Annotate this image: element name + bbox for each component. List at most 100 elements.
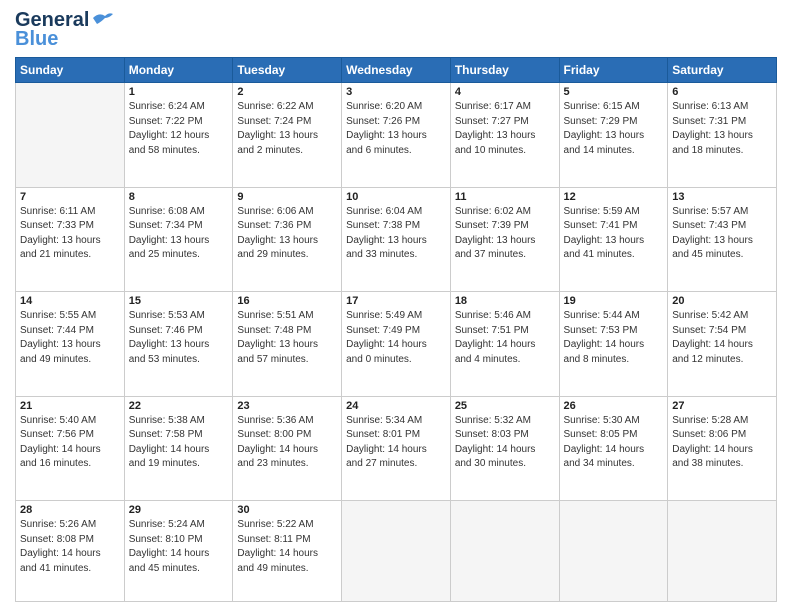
day-info: Sunrise: 5:51 AM Sunset: 7:48 PM Dayligh… [237, 309, 337, 367]
calendar-cell: 19 Sunrise: 5:44 AM Sunset: 7:53 PM Dayli… [559, 292, 668, 397]
day-info: Sunrise: 6:22 AM Sunset: 7:24 PM Dayligh… [237, 100, 337, 158]
calendar-week-5: 28Sunrise: 5:26 AM Sunset: 8:08 PM Dayli… [16, 501, 777, 602]
day-info: Sunrise: 5:42 AM Sunset: 7:54 PM Dayligh… [672, 309, 772, 367]
day-number: 1 [129, 86, 229, 98]
calendar-cell: 30 Sunrise: 5:22 AM Sunset: 8:11 PM Dayli… [233, 501, 342, 602]
day-info: Sunrise: 5:30 AM Sunset: 8:05 PM Dayligh… [564, 414, 664, 472]
day-number: 21 [20, 400, 120, 412]
day-number: 30 [237, 504, 337, 516]
day-number: 9 [237, 191, 337, 203]
header: General Blue [15, 10, 777, 51]
day-info: Sunrise: 5:59 AM Sunset: 7:41 PM Dayligh… [564, 205, 664, 263]
weekday-header-sunday: Sunday [16, 58, 125, 83]
calendar-cell: 28Sunrise: 5:26 AM Sunset: 8:08 PM Dayli… [16, 501, 125, 602]
day-number: 26 [564, 400, 664, 412]
calendar-cell: 6 Sunrise: 6:13 AM Sunset: 7:31 PM Daylig… [668, 83, 777, 188]
calendar-cell: 21 Sunrise: 5:40 AM Sunset: 7:56 PM Dayli… [16, 396, 125, 501]
weekday-header-friday: Friday [559, 58, 668, 83]
day-info: Sunrise: 5:38 AM Sunset: 7:58 PM Dayligh… [129, 414, 229, 472]
day-number: 27 [672, 400, 772, 412]
day-number: 17 [346, 295, 446, 307]
calendar-cell: 9Sunrise: 6:06 AM Sunset: 7:36 PM Daylig… [233, 187, 342, 292]
calendar-cell: 4Sunrise: 6:17 AM Sunset: 7:27 PM Daylig… [450, 83, 559, 188]
day-info: Sunrise: 5:36 AM Sunset: 8:00 PM Dayligh… [237, 414, 337, 472]
day-number: 20 [672, 295, 772, 307]
logo: General Blue [15, 10, 113, 51]
day-number: 25 [455, 400, 555, 412]
day-info: Sunrise: 6:11 AM Sunset: 7:33 PM Dayligh… [20, 205, 120, 263]
weekday-header-monday: Monday [124, 58, 233, 83]
calendar-cell: 7 Sunrise: 6:11 AM Sunset: 7:33 PM Daylig… [16, 187, 125, 292]
calendar-cell: 26 Sunrise: 5:30 AM Sunset: 8:05 PM Dayli… [559, 396, 668, 501]
calendar-week-3: 14Sunrise: 5:55 AM Sunset: 7:44 PM Dayli… [16, 292, 777, 397]
calendar-cell [16, 83, 125, 188]
calendar-cell: 13 Sunrise: 5:57 AM Sunset: 7:43 PM Dayli… [668, 187, 777, 292]
calendar-cell [342, 501, 451, 602]
calendar-cell: 10Sunrise: 6:04 AM Sunset: 7:38 PM Dayli… [342, 187, 451, 292]
calendar-cell: 16 Sunrise: 5:51 AM Sunset: 7:48 PM Dayli… [233, 292, 342, 397]
calendar-cell: 23Sunrise: 5:36 AM Sunset: 8:00 PM Dayli… [233, 396, 342, 501]
calendar-cell: 14Sunrise: 5:55 AM Sunset: 7:44 PM Dayli… [16, 292, 125, 397]
day-info: Sunrise: 5:32 AM Sunset: 8:03 PM Dayligh… [455, 414, 555, 472]
day-number: 16 [237, 295, 337, 307]
logo-bird-icon [91, 10, 113, 26]
day-number: 28 [20, 504, 120, 516]
day-info: Sunrise: 6:13 AM Sunset: 7:31 PM Dayligh… [672, 100, 772, 158]
calendar-cell [559, 501, 668, 602]
calendar-cell: 25 Sunrise: 5:32 AM Sunset: 8:03 PM Dayli… [450, 396, 559, 501]
calendar-cell: 8 Sunrise: 6:08 AM Sunset: 7:34 PM Daylig… [124, 187, 233, 292]
calendar-week-1: 1 Sunrise: 6:24 AM Sunset: 7:22 PM Daylig… [16, 83, 777, 188]
day-info: Sunrise: 5:57 AM Sunset: 7:43 PM Dayligh… [672, 205, 772, 263]
day-number: 11 [455, 191, 555, 203]
calendar-cell: 18Sunrise: 5:46 AM Sunset: 7:51 PM Dayli… [450, 292, 559, 397]
calendar-week-4: 21 Sunrise: 5:40 AM Sunset: 7:56 PM Dayli… [16, 396, 777, 501]
calendar-table: SundayMondayTuesdayWednesdayThursdayFrid… [15, 57, 777, 602]
page: General Blue SundayMondayTuesdayWednesda… [0, 0, 792, 612]
day-info: Sunrise: 5:46 AM Sunset: 7:51 PM Dayligh… [455, 309, 555, 367]
calendar-cell [668, 501, 777, 602]
day-number: 15 [129, 295, 229, 307]
calendar-cell: 24 Sunrise: 5:34 AM Sunset: 8:01 PM Dayli… [342, 396, 451, 501]
day-number: 12 [564, 191, 664, 203]
calendar-week-2: 7 Sunrise: 6:11 AM Sunset: 7:33 PM Daylig… [16, 187, 777, 292]
day-info: Sunrise: 6:17 AM Sunset: 7:27 PM Dayligh… [455, 100, 555, 158]
day-info: Sunrise: 5:28 AM Sunset: 8:06 PM Dayligh… [672, 414, 772, 472]
day-number: 5 [564, 86, 664, 98]
calendar-cell: 29Sunrise: 5:24 AM Sunset: 8:10 PM Dayli… [124, 501, 233, 602]
day-number: 22 [129, 400, 229, 412]
logo-blue: Blue [15, 28, 58, 51]
calendar-cell: 15Sunrise: 5:53 AM Sunset: 7:46 PM Dayli… [124, 292, 233, 397]
day-info: Sunrise: 5:44 AM Sunset: 7:53 PM Dayligh… [564, 309, 664, 367]
day-number: 7 [20, 191, 120, 203]
calendar-cell: 3 Sunrise: 6:20 AM Sunset: 7:26 PM Daylig… [342, 83, 451, 188]
day-number: 19 [564, 295, 664, 307]
day-number: 10 [346, 191, 446, 203]
weekday-header-thursday: Thursday [450, 58, 559, 83]
day-info: Sunrise: 6:08 AM Sunset: 7:34 PM Dayligh… [129, 205, 229, 263]
calendar-cell: 1 Sunrise: 6:24 AM Sunset: 7:22 PM Daylig… [124, 83, 233, 188]
day-info: Sunrise: 5:34 AM Sunset: 8:01 PM Dayligh… [346, 414, 446, 472]
day-info: Sunrise: 6:20 AM Sunset: 7:26 PM Dayligh… [346, 100, 446, 158]
day-number: 3 [346, 86, 446, 98]
day-number: 13 [672, 191, 772, 203]
calendar-cell: 5 Sunrise: 6:15 AM Sunset: 7:29 PM Daylig… [559, 83, 668, 188]
day-number: 8 [129, 191, 229, 203]
weekday-header-row: SundayMondayTuesdayWednesdayThursdayFrid… [16, 58, 777, 83]
calendar-cell: 11 Sunrise: 6:02 AM Sunset: 7:39 PM Dayli… [450, 187, 559, 292]
weekday-header-tuesday: Tuesday [233, 58, 342, 83]
day-number: 24 [346, 400, 446, 412]
weekday-header-wednesday: Wednesday [342, 58, 451, 83]
day-info: Sunrise: 5:49 AM Sunset: 7:49 PM Dayligh… [346, 309, 446, 367]
day-info: Sunrise: 5:40 AM Sunset: 7:56 PM Dayligh… [20, 414, 120, 472]
day-info: Sunrise: 6:15 AM Sunset: 7:29 PM Dayligh… [564, 100, 664, 158]
calendar-cell: 27 Sunrise: 5:28 AM Sunset: 8:06 PM Dayli… [668, 396, 777, 501]
day-number: 14 [20, 295, 120, 307]
day-info: Sunrise: 6:02 AM Sunset: 7:39 PM Dayligh… [455, 205, 555, 263]
calendar-cell: 22 Sunrise: 5:38 AM Sunset: 7:58 PM Dayli… [124, 396, 233, 501]
day-number: 2 [237, 86, 337, 98]
day-info: Sunrise: 6:24 AM Sunset: 7:22 PM Dayligh… [129, 100, 229, 158]
day-number: 6 [672, 86, 772, 98]
day-number: 29 [129, 504, 229, 516]
day-info: Sunrise: 5:22 AM Sunset: 8:11 PM Dayligh… [237, 518, 337, 576]
calendar-cell: 20 Sunrise: 5:42 AM Sunset: 7:54 PM Dayli… [668, 292, 777, 397]
